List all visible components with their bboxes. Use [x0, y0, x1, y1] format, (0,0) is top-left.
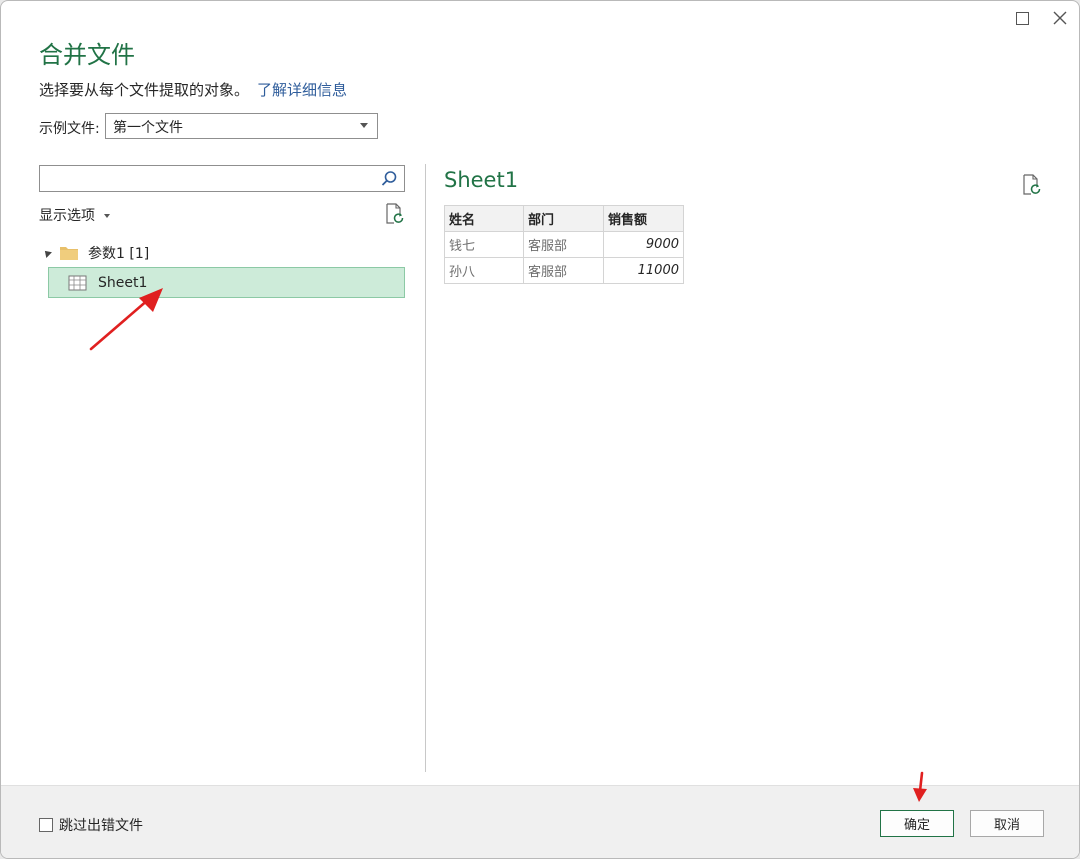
learn-more-link[interactable]: 了解详细信息 — [257, 81, 347, 99]
search-icon[interactable] — [379, 169, 399, 189]
skip-errors-label: 跳过出错文件 — [59, 818, 143, 834]
table-cell: 9000 — [603, 231, 684, 258]
skip-errors-option: 跳过出错文件 — [39, 815, 143, 835]
refresh-icon[interactable] — [385, 203, 405, 225]
dialog-subtitle: 选择要从每个文件提取的对象。 了解详细信息 — [39, 79, 347, 100]
preview-table: 姓名 部门 销售额 钱七 客服部 9000 孙八 客服部 11000 — [444, 205, 684, 284]
table-cell: 客服部 — [523, 231, 604, 258]
expand-triangle-icon[interactable] — [42, 248, 52, 258]
tree-item-label: Sheet1 — [98, 274, 148, 291]
maximize-button[interactable] — [1010, 7, 1034, 29]
dialog-title: 合并文件 — [39, 41, 135, 69]
close-icon — [1053, 11, 1067, 25]
display-options-label: 显示选项 — [39, 208, 95, 224]
table-cell: 11000 — [603, 257, 684, 284]
ok-button[interactable]: 确定 — [880, 810, 954, 837]
skip-errors-checkbox[interactable] — [39, 818, 53, 832]
chevron-down-icon — [104, 214, 110, 218]
table-row: 钱七 客服部 9000 — [444, 231, 684, 258]
close-button[interactable] — [1048, 7, 1072, 29]
table-cell: 钱七 — [444, 231, 524, 258]
sheet-table-icon — [68, 275, 87, 290]
preview-title: Sheet1 — [444, 168, 519, 192]
dropdown-caret-icon — [360, 123, 368, 128]
tree-folder-item[interactable]: 参数1 [1] — [42, 242, 150, 264]
cancel-button[interactable]: 取消 — [970, 810, 1044, 837]
maximize-icon — [1015, 11, 1029, 25]
column-header: 销售额 — [603, 205, 684, 232]
pane-divider — [425, 164, 426, 772]
table-cell: 孙八 — [444, 257, 524, 284]
sample-file-value: 第一个文件 — [113, 120, 183, 136]
subtitle-text: 选择要从每个文件提取的对象。 — [39, 81, 250, 99]
search-input[interactable] — [40, 166, 370, 191]
folder-label: 参数1 [1] — [88, 246, 150, 262]
search-box — [39, 165, 405, 192]
column-header: 部门 — [523, 205, 604, 232]
column-header: 姓名 — [444, 205, 524, 232]
refresh-icon[interactable] — [1022, 174, 1042, 196]
table-header-row: 姓名 部门 销售额 — [444, 205, 684, 232]
sample-file-label: 示例文件: — [39, 121, 100, 137]
dialog-footer: 跳过出错文件 确定 取消 — [1, 785, 1079, 858]
tree-item-sheet1[interactable]: Sheet1 — [48, 267, 405, 298]
table-cell: 客服部 — [523, 257, 604, 284]
sample-file-dropdown[interactable]: 第一个文件 — [105, 113, 378, 139]
table-row: 孙八 客服部 11000 — [444, 257, 684, 284]
folder-icon — [60, 247, 78, 260]
display-options-menu[interactable]: 显示选项 — [39, 205, 110, 225]
combine-files-dialog: 合并文件 选择要从每个文件提取的对象。 了解详细信息 示例文件: 第一个文件 显示… — [0, 0, 1080, 859]
